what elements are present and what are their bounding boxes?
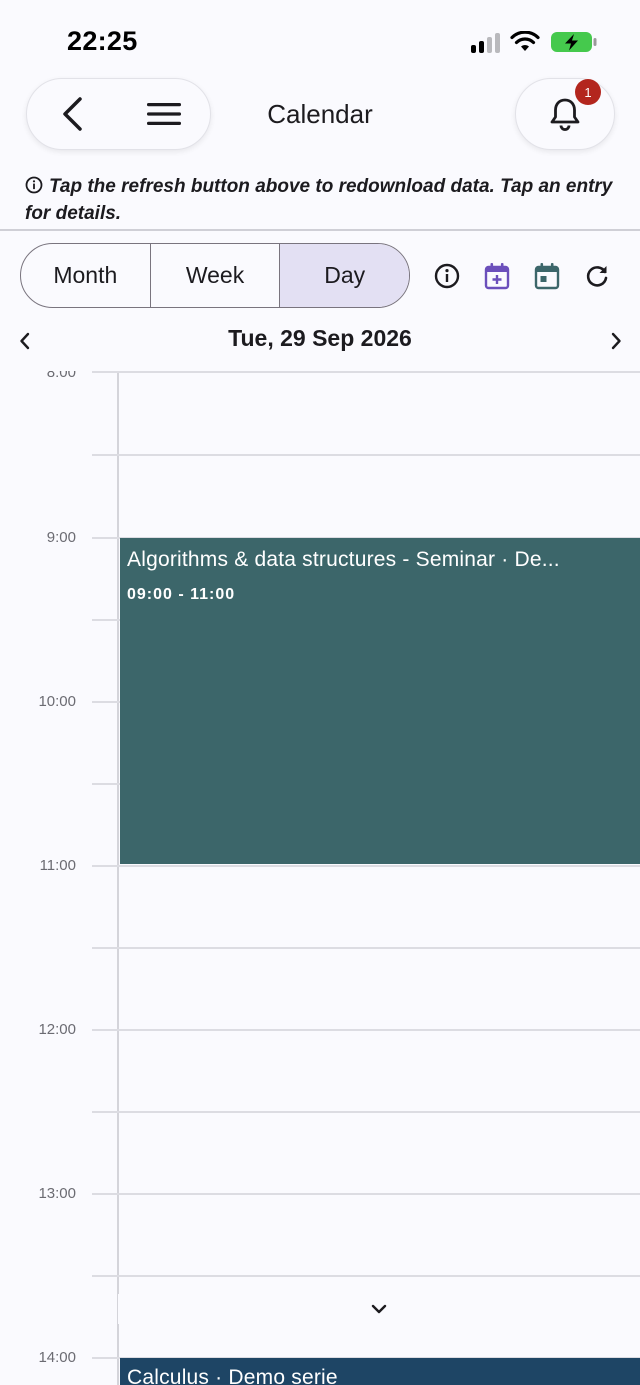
- calendar-event[interactable]: Calculus · Demo serie: [120, 1358, 640, 1385]
- hour-label: 8:00: [46, 371, 76, 381]
- hour-label: 12:00: [38, 1021, 76, 1038]
- scroll-down-button[interactable]: [118, 1294, 640, 1324]
- event-time: 09:00 - 11:00: [127, 586, 236, 603]
- hour-label: 14:00: [38, 1349, 76, 1366]
- day-grid[interactable]: 8:00 9:00 10:00 11:00 12:00 13:00 14:00 …: [0, 371, 640, 1385]
- hour-label: 11:00: [39, 857, 76, 874]
- chevron-down-icon: [371, 1304, 387, 1314]
- status-icons: [471, 30, 598, 54]
- hour-line: [92, 1029, 640, 1031]
- event-title: Calculus · Demo serie: [127, 1366, 338, 1385]
- event-title: Algorithms & data structures - Seminar ·…: [127, 548, 560, 571]
- battery-charging-icon: [551, 32, 597, 52]
- info-text: Tap the refresh button above to redownlo…: [25, 176, 613, 224]
- hour-label: 9:00: [46, 529, 76, 546]
- half-hour-line: [92, 1275, 640, 1277]
- status-time: 22:25: [67, 26, 138, 56]
- refresh-button[interactable]: [580, 256, 614, 296]
- header-divider: [0, 229, 640, 231]
- info-button[interactable]: [430, 256, 464, 296]
- cellular-signal-icon: [471, 31, 500, 53]
- half-hour-line: [92, 454, 640, 456]
- time-column-divider: [117, 371, 119, 1385]
- view-week-button[interactable]: Week: [149, 244, 280, 307]
- calendar-today-icon: [534, 263, 560, 290]
- view-day-button[interactable]: Day: [279, 244, 409, 307]
- half-hour-line: [92, 947, 640, 949]
- hour-label: 10:00: [38, 693, 76, 710]
- half-hour-line: [92, 1111, 640, 1113]
- view-switch: Month Week Day: [20, 243, 410, 308]
- next-day-button[interactable]: [601, 326, 631, 356]
- hour-line: [92, 371, 640, 373]
- today-button[interactable]: [530, 256, 564, 296]
- notification-badge: 1: [575, 79, 601, 105]
- calendar-toolbar: [430, 256, 614, 296]
- calendar-event[interactable]: Algorithms & data structures - Seminar ·…: [120, 538, 640, 864]
- view-month-button[interactable]: Month: [21, 244, 150, 307]
- add-event-button[interactable]: [480, 256, 514, 296]
- info-circle-icon: [25, 176, 43, 194]
- bell-icon: [550, 98, 580, 131]
- hour-line: [92, 865, 640, 867]
- calendar-screen: 22:25 Calendar 1 Tap the refresh button …: [0, 0, 640, 1385]
- hour-line: [92, 1193, 640, 1195]
- hour-label: 13:00: [38, 1185, 76, 1202]
- chevron-right-icon: [611, 332, 621, 350]
- info-circle-icon: [434, 263, 460, 289]
- calendar-add-icon: [484, 263, 510, 290]
- wifi-icon: [510, 31, 540, 51]
- notifications-button[interactable]: 1: [515, 78, 615, 150]
- refresh-icon: [586, 266, 608, 287]
- info-banner: Tap the refresh button above to redownlo…: [25, 173, 625, 227]
- current-date: Tue, 29 Sep 2026: [228, 325, 412, 351]
